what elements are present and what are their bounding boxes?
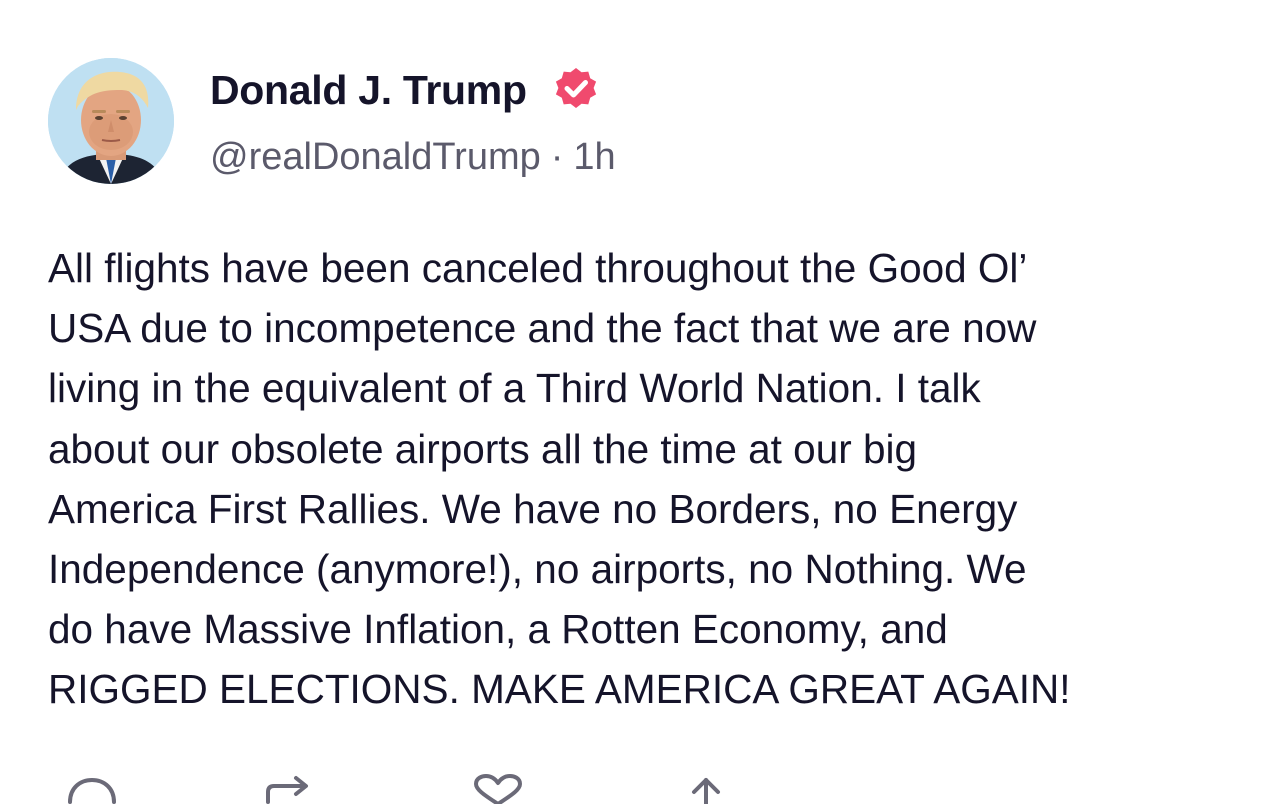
share-icon[interactable]: [676, 774, 736, 804]
post-body: All flights have been canceled throughou…: [48, 238, 1248, 720]
reply-icon[interactable]: [62, 774, 122, 804]
retruth-icon[interactable]: [260, 774, 320, 804]
post-body-line: do have Massive Inflation, a Rotten Econ…: [48, 606, 948, 653]
author-display-name[interactable]: Donald J. Trump: [210, 66, 527, 114]
post-body-line: living in the equivalent of a Third Worl…: [48, 365, 981, 412]
post-body-line: USA due to incompetence and the fact tha…: [48, 305, 1037, 352]
verified-badge-icon: [552, 65, 600, 113]
post-body-line: Independence (anymore!), no airports, no…: [48, 546, 1027, 593]
meta-separator: ·: [550, 136, 564, 178]
post-body-line: RIGGED ELECTIONS. MAKE AMERICA GREAT AGA…: [48, 666, 1071, 713]
post-body-line: about our obsolete airports all the time…: [48, 425, 918, 472]
author-handle[interactable]: @realDonaldTrump: [210, 136, 541, 178]
post-actions: [0, 760, 1284, 804]
avatar[interactable]: [48, 58, 174, 184]
post-card: Donald J. Trump @realDonaldTrump · 1h All …: [0, 0, 1284, 804]
post-body-line: All flights have been canceled throughou…: [48, 245, 1028, 291]
author-meta: @realDonaldTrump · 1h: [210, 134, 616, 180]
post-body-line: America First Rallies. We have no Border…: [48, 485, 1018, 532]
like-icon[interactable]: [468, 774, 528, 804]
avatar-image: [48, 58, 174, 184]
post-timestamp[interactable]: 1h: [573, 136, 615, 178]
